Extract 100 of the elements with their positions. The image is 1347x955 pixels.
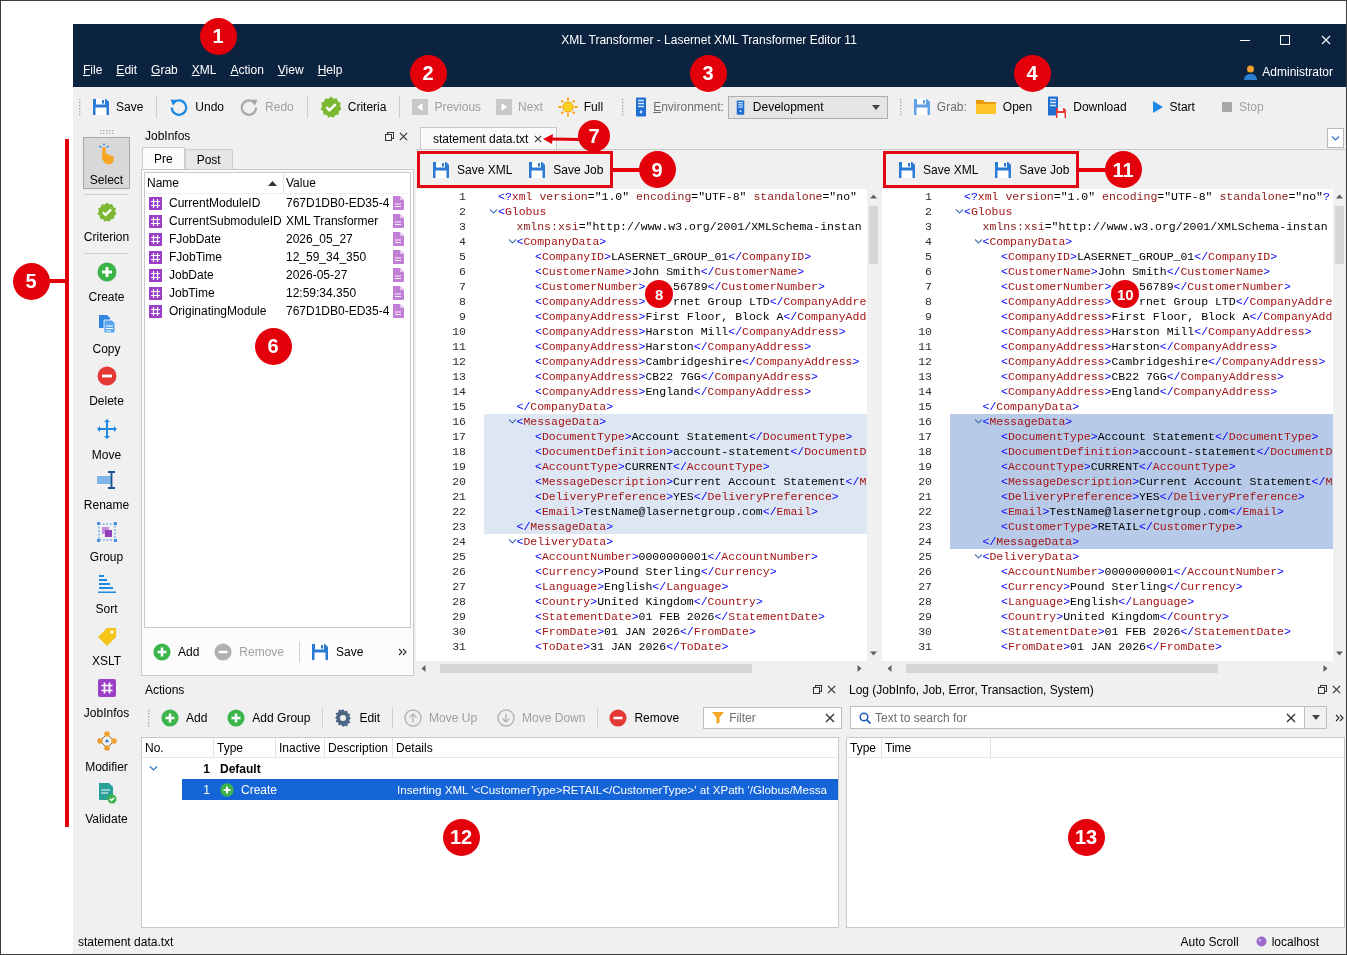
- line-number: 27: [918, 580, 932, 593]
- scroll-up-icon[interactable]: [870, 193, 877, 200]
- scroll-thumb[interactable]: [869, 206, 878, 264]
- toolbar-button[interactable]: Save XML: [432, 160, 513, 179]
- close-icon[interactable]: [534, 134, 543, 143]
- menu-item[interactable]: XML: [184, 59, 224, 80]
- filter-input[interactable]: Filter: [729, 711, 820, 725]
- toolbar-button[interactable]: Add: [161, 706, 208, 730]
- restore-icon[interactable]: [813, 685, 822, 694]
- menu-item[interactable]: Help: [310, 59, 350, 80]
- column-header: No.: [145, 740, 164, 755]
- search-field[interactable]: Text to search for: [850, 706, 1305, 729]
- column-header: Details: [396, 740, 433, 755]
- scroll-down-icon[interactable]: [870, 650, 877, 657]
- tool-button[interactable]: Validate: [83, 776, 130, 828]
- tool-button[interactable]: Criterion: [83, 196, 130, 248]
- fold-chevron-icon[interactable]: [973, 237, 983, 246]
- save-icon: [311, 642, 330, 661]
- code-line: <StatementDate>01 FEB 2026</StatementDate>: [1001, 624, 1291, 639]
- menu-item[interactable]: Grab: [144, 59, 185, 80]
- selected-row[interactable]: 1 Create Inserting XML '<CustomerType>RETAIL</CustomerType>' at XPath '/Globus/Messa: [182, 779, 838, 800]
- double-chevron-icon[interactable]: [1335, 713, 1344, 722]
- clear-icon[interactable]: [1286, 712, 1296, 723]
- toolbar-button[interactable]: Start: [1147, 96, 1199, 118]
- toolbar-button[interactable]: Add Group: [227, 706, 311, 730]
- scroll-thumb[interactable]: [906, 664, 1218, 673]
- tab-list-button[interactable]: [1327, 128, 1344, 148]
- toolbar-button[interactable]: Criteria: [315, 96, 391, 118]
- menu-item[interactable]: View: [270, 59, 311, 80]
- fold-chevron-icon[interactable]: [507, 417, 517, 426]
- fold-chevron-icon[interactable]: [507, 537, 517, 546]
- fold-chevron-icon[interactable]: [973, 552, 983, 561]
- collapse-chevron-icon[interactable]: [149, 764, 158, 773]
- file-tab[interactable]: statement data.txt: [420, 127, 558, 149]
- toolbar-button[interactable]: Save: [88, 96, 148, 118]
- toolbar-button[interactable]: Save Job: [528, 160, 604, 179]
- search-options-button[interactable]: [1305, 706, 1327, 729]
- code-line: <FromDate>01 JAN 2026</FromDate>: [535, 624, 756, 639]
- toolbar-button[interactable]: Download: [1043, 96, 1131, 118]
- restore-icon[interactable]: [1318, 685, 1327, 694]
- toolbar-button[interactable]: Undo: [165, 96, 229, 118]
- table-cell: 12_59_34_350: [286, 250, 367, 264]
- environment-dropdown[interactable]: Development: [727, 95, 888, 119]
- close-icon[interactable]: [827, 685, 836, 694]
- scroll-down-icon[interactable]: [1336, 650, 1343, 657]
- code-line: <CompanyAddress>Harston</CompanyAddress>: [535, 339, 812, 354]
- scroll-up-icon[interactable]: [1336, 193, 1343, 200]
- clear-icon[interactable]: [825, 713, 835, 723]
- tool-button[interactable]: Rename: [83, 464, 130, 516]
- scroll-right-icon[interactable]: [1322, 665, 1329, 672]
- scroll-left-icon[interactable]: [420, 665, 427, 672]
- tool-button[interactable]: Group: [83, 516, 130, 568]
- fold-chevron-icon[interactable]: [955, 207, 964, 216]
- tool-button[interactable]: Create: [83, 256, 130, 308]
- restore-icon[interactable]: [385, 131, 394, 141]
- table-cell: 2026-05-27: [286, 268, 348, 282]
- fold-chevron-icon[interactable]: [489, 207, 498, 216]
- table-cell: Inserting XML '<CustomerType>RETAIL</CustomerType>' at XPath '/Globus/Messa: [397, 783, 827, 796]
- line-number: 24: [452, 535, 466, 548]
- menu-item[interactable]: File: [76, 59, 110, 80]
- line-number: 16: [452, 415, 466, 428]
- toolbar-button[interactable]: Save XML: [898, 160, 979, 179]
- group-icon: [96, 522, 117, 542]
- menu-item[interactable]: Edit: [109, 59, 145, 80]
- toolbar-button[interactable]: Full: [553, 96, 608, 118]
- tool-button[interactable]: Select: [83, 137, 130, 189]
- tool-button[interactable]: Copy: [83, 308, 130, 360]
- tool-button[interactable]: Modifier: [83, 724, 130, 776]
- toolbar-button[interactable]: Remove: [609, 706, 680, 730]
- toolbar-button[interactable]: Add: [153, 642, 200, 661]
- fold-chevron-icon[interactable]: [507, 237, 517, 246]
- tool-button[interactable]: Sort: [83, 568, 130, 620]
- double-chevron-icon[interactable]: [398, 647, 407, 656]
- code-line: <?xml version="1.0" encoding="UTF-8" standalone="no": [498, 189, 857, 204]
- menu-item[interactable]: Action: [223, 59, 271, 80]
- toolbar-button[interactable]: Edit: [334, 706, 381, 730]
- code-line: <CompanyData>: [982, 234, 1073, 249]
- close-icon[interactable]: [1332, 685, 1341, 694]
- tool-button[interactable]: Delete: [83, 360, 130, 412]
- toolbar-button[interactable]: Open: [970, 96, 1037, 118]
- toolbar-button[interactable]: Save: [311, 642, 364, 661]
- close-icon[interactable]: [399, 131, 408, 141]
- scroll-left-icon[interactable]: [886, 665, 893, 672]
- tab[interactable]: Post: [184, 149, 233, 169]
- horizontal-scrollbar[interactable]: [416, 661, 867, 676]
- file-icon: [392, 304, 404, 318]
- code-line: rnet Group LTD</CompanyAddre: [673, 294, 867, 309]
- filter-field[interactable]: Filter: [703, 707, 842, 729]
- user-name: Administrator: [1262, 65, 1333, 79]
- scroll-thumb[interactable]: [440, 664, 752, 673]
- scroll-right-icon[interactable]: [856, 665, 863, 672]
- tool-button[interactable]: XSLT: [83, 620, 130, 672]
- search-input[interactable]: Text to search for: [875, 710, 1282, 725]
- code-line: <CompanyAddress>Harston Mill</CompanyAddress>: [1001, 324, 1312, 339]
- folder-icon: [974, 98, 997, 116]
- tool-button[interactable]: Move: [83, 412, 130, 464]
- tool-button[interactable]: JobInfos: [83, 672, 130, 724]
- tab[interactable]: Pre: [142, 147, 185, 169]
- scroll-thumb[interactable]: [1335, 206, 1344, 264]
- toolbar-button[interactable]: Save Job: [994, 160, 1070, 179]
